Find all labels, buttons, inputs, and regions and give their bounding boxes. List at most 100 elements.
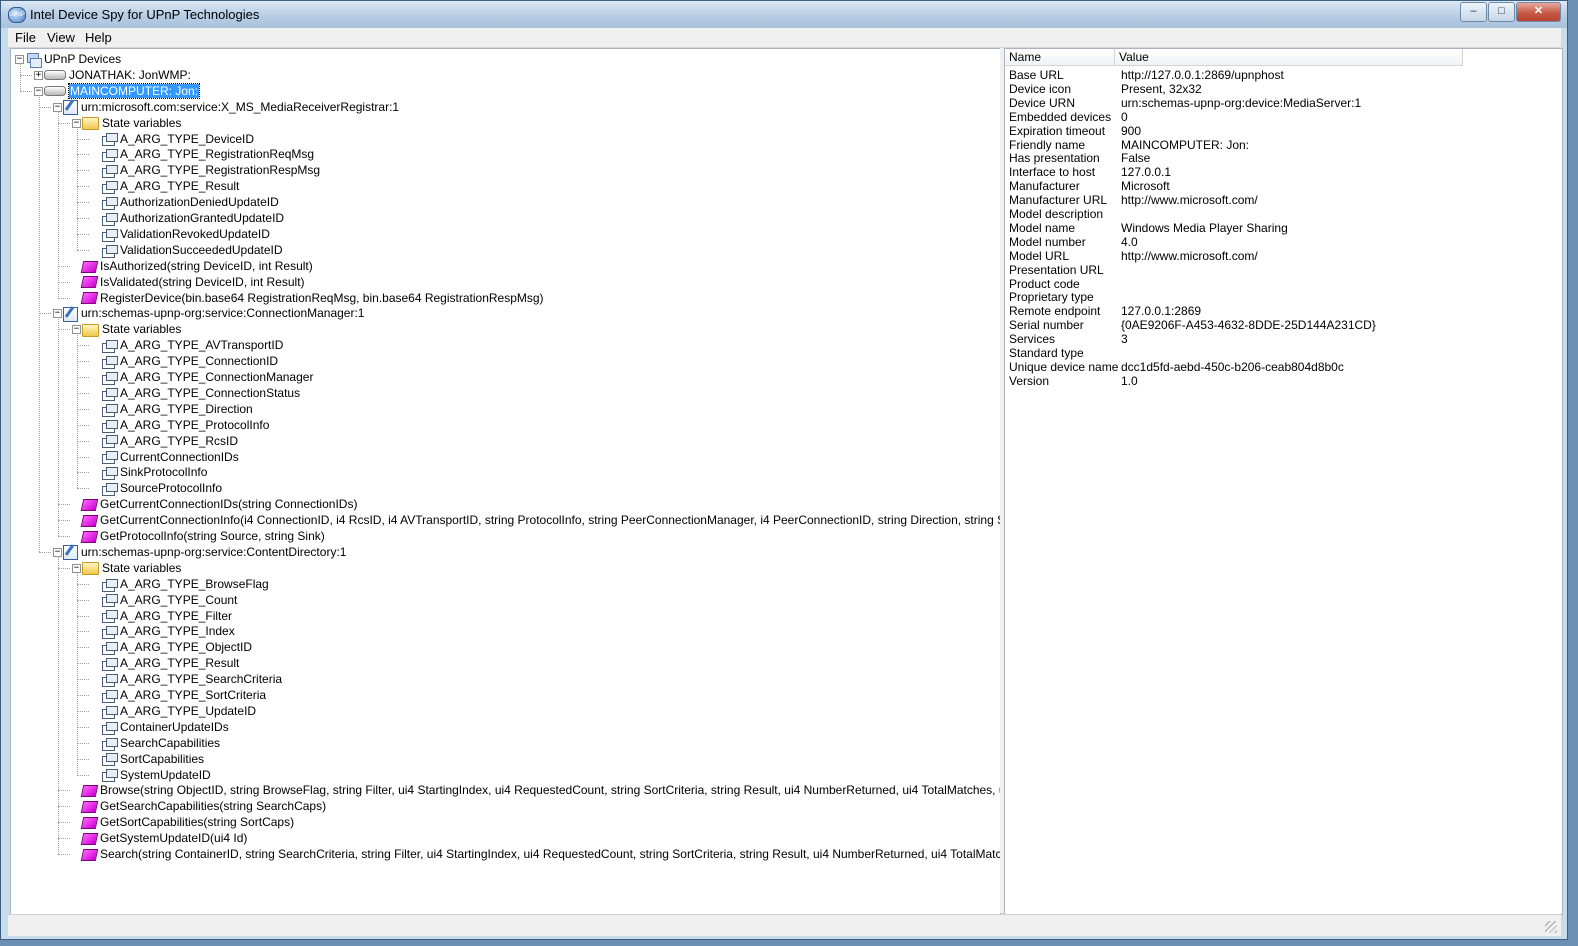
tree-service[interactable]: urn:microsoft.com:service:X_MS_MediaRece… <box>63 99 399 116</box>
tree-state-variable[interactable]: AuthorizationGrantedUpdateID <box>101 210 284 226</box>
device-tree[interactable]: UPnP Devices − JONATHAK: JonWMP: + MAINCOMPU… <box>10 48 1001 915</box>
expand-toggle-icon[interactable]: + <box>34 70 43 80</box>
property-row[interactable]: Serial number {0AE9206F-A453-4632-8DDE-25… <box>1005 318 1562 332</box>
tree-state-variable[interactable]: A_ARG_TYPE_BrowseFlag <box>101 576 269 592</box>
tree-connector <box>58 822 70 824</box>
tree-state-variable[interactable]: A_ARG_TYPE_SearchCriteria <box>101 671 282 687</box>
menu-file[interactable]: File <box>15 30 36 45</box>
tree-state-variable[interactable]: A_ARG_TYPE_Index <box>101 623 235 640</box>
tree-state-variable[interactable]: A_ARG_TYPE_Direction <box>101 401 253 417</box>
property-row[interactable]: Expiration timeout 900 <box>1005 124 1562 138</box>
tree-action[interactable]: GetCurrentConnectionIDs(string Connectio… <box>80 496 357 512</box>
property-row[interactable]: Standard type <box>1005 346 1562 360</box>
property-row[interactable]: Model URL http://www.microsoft.com/ <box>1005 249 1562 263</box>
tree-state-variable[interactable]: A_ARG_TYPE_Result <box>101 178 239 195</box>
tree-state-variable[interactable]: SourceProtocolInfo <box>101 480 222 497</box>
tree-state-variable[interactable]: A_ARG_TYPE_RcsID <box>101 433 238 449</box>
tree-connector <box>20 63 21 91</box>
tree-service-label: urn:schemas-upnp-org:service:ContentDire… <box>81 544 347 559</box>
property-row[interactable]: Model description <box>1005 207 1562 221</box>
property-row[interactable]: Version 1.0 <box>1005 374 1562 388</box>
resize-grip-icon[interactable] <box>1545 921 1557 933</box>
property-row[interactable]: Services 3 <box>1005 332 1562 346</box>
tree-state-variable[interactable]: SystemUpdateID <box>101 767 211 783</box>
tree-state-variables-folder[interactable]: State variables <box>82 115 181 131</box>
tree-state-variable[interactable]: A_ARG_TYPE_ConnectionID <box>101 353 278 369</box>
tree-state-variable-label: A_ARG_TYPE_ProtocolInfo <box>120 417 270 432</box>
property-value: 1.0 <box>1121 373 1138 388</box>
menu-view[interactable]: View <box>47 30 75 45</box>
property-row[interactable]: Interface to host 127.0.0.1 <box>1005 165 1562 179</box>
tree-action-label: GetProtocolInfo(string Source, string Si… <box>100 529 325 543</box>
property-row[interactable]: Has presentation False <box>1005 151 1562 165</box>
tree-state-variable[interactable]: A_ARG_TYPE_AVTransportID <box>101 337 283 354</box>
tree-state-variable[interactable]: A_ARG_TYPE_SortCriteria <box>101 687 266 703</box>
tree-state-variable[interactable]: SortCapabilities <box>101 751 204 767</box>
property-row[interactable]: Device icon Present, 32x32 <box>1005 82 1562 96</box>
tree-connector <box>77 663 89 665</box>
var-icon <box>101 737 118 751</box>
tree-connector <box>77 440 89 442</box>
tree-state-variable[interactable]: ValidationRevokedUpdateID <box>101 226 270 242</box>
property-row[interactable]: Model number 4.0 <box>1005 235 1562 249</box>
property-name: Friendly name <box>1009 137 1086 152</box>
tree-action[interactable]: Search(string ContainerID, string Search… <box>80 846 1000 862</box>
column-header-value[interactable]: Value <box>1115 49 1463 66</box>
column-header-name[interactable]: Name <box>1005 49 1115 66</box>
tree-action[interactable]: GetCurrentConnectionInfo(i4 ConnectionID… <box>80 512 1000 528</box>
property-row[interactable]: Proprietary type <box>1005 290 1562 304</box>
tree-action[interactable]: GetSearchCapabilities(string SearchCaps) <box>80 798 326 814</box>
property-row[interactable]: Remote endpoint 127.0.0.1:2869 <box>1005 304 1562 318</box>
tree-state-variable-label: A_ARG_TYPE_ConnectionID <box>120 354 279 369</box>
tree-state-variable[interactable]: A_ARG_TYPE_UpdateID <box>101 703 256 719</box>
tree-state-variable[interactable]: A_ARG_TYPE_Filter <box>101 608 232 624</box>
tree-action[interactable]: IsValidated(string DeviceID, int Result) <box>80 274 305 290</box>
tree-root-upnp-devices[interactable]: UPnP Devices <box>25 51 121 68</box>
minimize-button[interactable]: – <box>1460 2 1487 22</box>
tree-state-variable[interactable]: ContainerUpdateIDs <box>101 719 229 735</box>
tree-action[interactable]: GetSortCapabilities(string SortCaps) <box>80 814 294 830</box>
property-row[interactable]: Presentation URL <box>1005 263 1562 277</box>
property-row[interactable]: Model name Windows Media Player Sharing <box>1005 221 1562 235</box>
property-row[interactable]: Unique device name dcc1d5fd-aebd-450c-b20… <box>1005 360 1562 374</box>
tree-state-variable[interactable]: SearchCapabilities <box>101 735 220 751</box>
tree-state-variable[interactable]: CurrentConnectionIDs <box>101 449 239 465</box>
tree-state-variable[interactable]: A_ARG_TYPE_Result <box>101 655 239 672</box>
properties-list[interactable]: Name Value Base URL http://127.0.0.1:2869… <box>1004 48 1563 915</box>
tree-state-variables-folder[interactable]: State variables <box>82 560 181 576</box>
tree-service[interactable]: urn:schemas-upnp-org:service:ContentDire… <box>63 544 347 561</box>
tree-action[interactable]: RegisterDevice(bin.base64 RegistrationRe… <box>80 290 544 306</box>
action-icon <box>80 785 99 798</box>
menu-help[interactable]: Help <box>85 30 112 45</box>
tree-action[interactable]: Browse(string ObjectID, string BrowseFla… <box>80 782 1000 798</box>
property-row[interactable]: Friendly name MAINCOMPUTER: Jon: <box>1005 138 1562 152</box>
maximize-button[interactable]: □ <box>1488 2 1515 22</box>
property-row[interactable]: Product code <box>1005 277 1562 291</box>
property-row[interactable]: Manufacturer URL http://www.microsoft.com… <box>1005 193 1562 207</box>
property-row[interactable]: Manufacturer Microsoft <box>1005 179 1562 193</box>
tree-state-variable[interactable]: A_ARG_TYPE_RegistrationRespMsg <box>101 162 320 179</box>
tree-state-variable[interactable]: A_ARG_TYPE_ProtocolInfo <box>101 417 269 433</box>
tree-state-variable[interactable]: SinkProtocolInfo <box>101 464 207 481</box>
property-row[interactable]: Device URN urn:schemas-upnp-org:device:Me… <box>1005 96 1562 110</box>
tree-state-variables-folder[interactable]: State variables <box>82 321 181 337</box>
tree-state-variable[interactable]: A_ARG_TYPE_Count <box>101 592 237 608</box>
tree-action[interactable]: IsAuthorized(string DeviceID, int Result… <box>80 258 313 274</box>
tree-state-variable[interactable]: ValidationSucceededUpdateID <box>101 242 283 258</box>
tree-service[interactable]: urn:schemas-upnp-org:service:ConnectionM… <box>63 305 364 322</box>
title-bar[interactable]: UPnP Intel Device Spy for UPnP Technolog… <box>1 1 1567 28</box>
tree-state-variable[interactable]: A_ARG_TYPE_ObjectID <box>101 639 252 656</box>
tree-action[interactable]: GetProtocolInfo(string Source, string Si… <box>80 528 325 544</box>
close-button[interactable]: ✕ <box>1516 2 1561 22</box>
property-row[interactable]: Base URL http://127.0.0.1:2869/upnphost <box>1005 68 1562 82</box>
tree-action[interactable]: GetSystemUpdateID(ui4 Id) <box>80 830 247 846</box>
tree-state-variable[interactable]: A_ARG_TYPE_ConnectionManager <box>101 369 313 385</box>
tree-state-variable[interactable]: A_ARG_TYPE_RegistrationReqMsg <box>101 146 314 163</box>
tree-state-variable[interactable]: A_ARG_TYPE_DeviceID <box>101 131 254 147</box>
action-icon <box>80 801 99 814</box>
tree-device-selected[interactable]: MAINCOMPUTER: Jon: <box>44 82 201 99</box>
tree-device[interactable]: JONATHAK: JonWMP: <box>44 67 191 83</box>
tree-state-variable[interactable]: A_ARG_TYPE_ConnectionStatus <box>101 385 300 401</box>
property-row[interactable]: Embedded devices 0 <box>1005 110 1562 124</box>
tree-state-variable[interactable]: AuthorizationDeniedUpdateID <box>101 194 279 210</box>
